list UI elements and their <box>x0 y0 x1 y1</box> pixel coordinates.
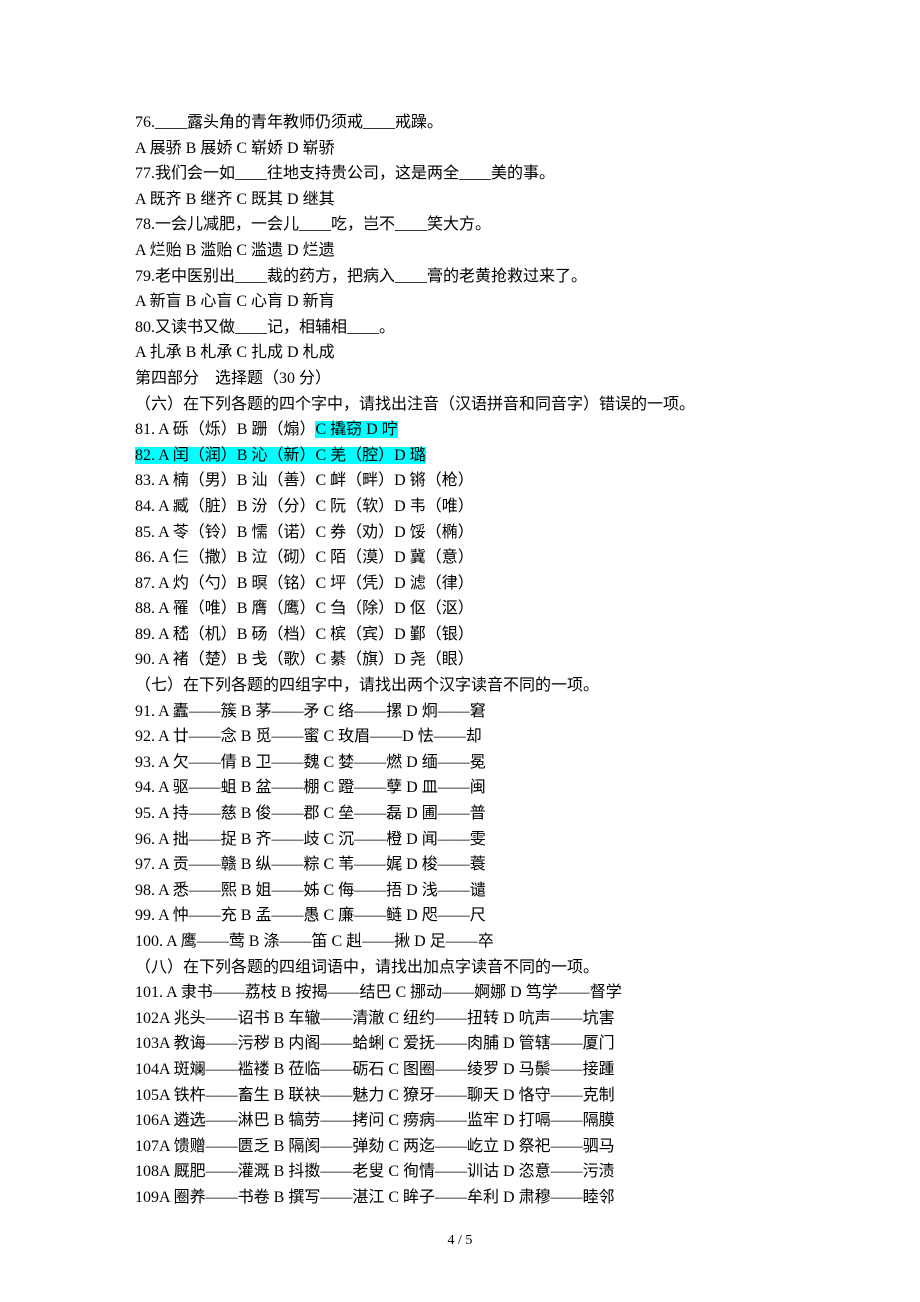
text-line: 108A 厩肥——灌溉 B 抖擞——老叟 C 徇情——训诂 D 恣意——污渍 <box>135 1159 785 1185</box>
text-line: 97. A 贡——赣 B 纵——粽 C 苇——娓 D 梭——蓑 <box>135 852 785 878</box>
text-run: 85. A 苓（铃）B 懦（诺）C 券（劝）D 馁（椭） <box>135 524 474 541</box>
text-line: 94. A 驱——蛆 B 盆——棚 C 蹬——孽 D 皿——闽 <box>135 775 785 801</box>
text-line: 87. A 灼（勺）B 暝（铭）C 坪（凭）D 滤（律） <box>135 571 785 597</box>
text-line: 102A 兆头——诏书 B 车辙——清澈 C 纽约——扭转 D 吭声——坑害 <box>135 1006 785 1032</box>
text-run: 100. A 鹰——莺 B 涤——笛 C 赳——揪 D 足——卒 <box>135 933 494 950</box>
text-line: 84. A 臧（脏）B 汾（分）C 阮（软）D 韦（唯） <box>135 494 785 520</box>
text-run: 80.又读书又做____记，相辅相____。 <box>135 319 395 336</box>
highlighted-text: 82. A 闰（润） <box>135 447 237 464</box>
text-line: 93. A 欠——倩 B 卫——魏 C 婪——燃 D 缅——冕 <box>135 750 785 776</box>
text-run: 108A 厩肥——灌溉 B 抖擞——老叟 C 徇情——训诂 D 恣意——污渍 <box>135 1163 615 1180</box>
text-run: 91. A 蠹——簇 B 茅——矛 C 络——摞 D 炯——窘 <box>135 703 486 720</box>
text-run: 81. A 砾（烁）B 跚（煽） <box>135 421 315 438</box>
text-line: A 新盲 B 心盲 C 心肓 D 新肓 <box>135 289 785 315</box>
text-run: 97. A 贡——赣 B 纵——粽 C 苇——娓 D 梭——蓑 <box>135 856 486 873</box>
text-run: 79.老中医别出____裁的药方，把病入____膏的老黄抢救过来了。 <box>135 268 587 285</box>
text-line: 91. A 蠹——簇 B 茅——矛 C 络——摞 D 炯——窘 <box>135 699 785 725</box>
text-run: A 展骄 B 展娇 C 崭娇 D 崭骄 <box>135 140 335 157</box>
text-run: （六）在下列各题的四个字中，请找出注音（汉语拼音和同音字）错误的一项。 <box>135 396 695 413</box>
highlighted-text: B 沁（新） <box>237 447 316 464</box>
text-line: 92. A 廿——念 B 觅——蜜 C 玫眉——D 怯——却 <box>135 724 785 750</box>
text-run: 86. A 仨（撒）B 泣（砌）C 陌（漠）D 冀（意） <box>135 549 474 566</box>
text-line: 76.____露头角的青年教师仍须戒____戒躁。 <box>135 110 785 136</box>
text-line: A 展骄 B 展娇 C 崭娇 D 崭骄 <box>135 136 785 162</box>
text-run: 89. A 嵇（机）B 砀（档）C 槟（宾）D 鄞（银） <box>135 626 474 643</box>
text-line: （六）在下列各题的四个字中，请找出注音（汉语拼音和同音字）错误的一项。 <box>135 392 785 418</box>
page-number: 4 / 5 <box>0 1230 920 1252</box>
text-run: 83. A 楠（男）B 汕（善）C 衅（畔）D 锵（枪） <box>135 472 474 489</box>
text-run: A 扎承 B 札承 C 扎成 D 札成 <box>135 344 335 361</box>
highlighted-text: D 璐 <box>394 447 426 464</box>
text-run: 99. A 忡——充 B 孟——愚 C 廉——鲢 D 咫——尺 <box>135 907 486 924</box>
text-line: 104A 斑斓——褴褛 B 莅临——砺石 C 图圈——绫罗 D 马鬃——接踵 <box>135 1057 785 1083</box>
text-run: 84. A 臧（脏）B 汾（分）C 阮（软）D 韦（唯） <box>135 498 474 515</box>
text-run: 94. A 驱——蛆 B 盆——棚 C 蹬——孽 D 皿——闽 <box>135 779 486 796</box>
text-line: 101. A 隶书——荔枝 B 按揭——结巴 C 挪动——婀娜 D 笃学——督学 <box>135 980 785 1006</box>
text-line: 78.一会儿减肥，一会儿____吃，岂不____笑大方。 <box>135 212 785 238</box>
text-line: 109A 圈养——书卷 B 撰写——湛江 C 眸子——牟利 D 肃穆——睦邻 <box>135 1185 785 1211</box>
text-run: A 烂贻 B 滥贻 C 滥遗 D 烂遗 <box>135 242 335 259</box>
text-line: 88. A 罹（唯）B 膺（鹰）C 刍（除）D 伛（沤） <box>135 596 785 622</box>
text-line: 103A 教诲——污秽 B 内阁——蛤蜊 C 爱抚——肉脯 D 管辖——厦门 <box>135 1031 785 1057</box>
text-line: A 扎承 B 札承 C 扎成 D 札成 <box>135 340 785 366</box>
text-line: 79.老中医别出____裁的药方，把病入____膏的老黄抢救过来了。 <box>135 264 785 290</box>
text-line: 100. A 鹰——莺 B 涤——笛 C 赳——揪 D 足——卒 <box>135 929 785 955</box>
highlighted-text: C 撬窃 D 咛 <box>315 421 397 438</box>
text-run: 98. A 悉——熙 B 姐——姊 C 侮——捂 D 浅——谴 <box>135 882 486 899</box>
text-line: （七）在下列各题的四组字中，请找出两个汉字读音不同的一项。 <box>135 673 785 699</box>
text-line: 82. A 闰（润）B 沁（新）C 羌（腔）D 璐 <box>135 443 785 469</box>
text-run: A 既齐 B 继齐 C 既其 D 继其 <box>135 191 335 208</box>
text-run: 104A 斑斓——褴褛 B 莅临——砺石 C 图圈——绫罗 D 马鬃——接踵 <box>135 1061 615 1078</box>
text-line: 81. A 砾（烁）B 跚（煽）C 撬窃 D 咛 <box>135 417 785 443</box>
text-line: 77.我们会一如____往地支持贵公司，这是两全____美的事。 <box>135 161 785 187</box>
text-line: A 既齐 B 继齐 C 既其 D 继其 <box>135 187 785 213</box>
text-run: 88. A 罹（唯）B 膺（鹰）C 刍（除）D 伛（沤） <box>135 600 474 617</box>
text-run: 96. A 拙——捉 B 齐——歧 C 沉——橙 D 闻——雯 <box>135 831 486 848</box>
text-run: 93. A 欠——倩 B 卫——魏 C 婪——燃 D 缅——冕 <box>135 754 486 771</box>
text-run: （七）在下列各题的四组字中，请找出两个汉字读音不同的一项。 <box>135 677 599 694</box>
text-run: 87. A 灼（勺）B 暝（铭）C 坪（凭）D 滤（律） <box>135 575 474 592</box>
document-page: 76.____露头角的青年教师仍须戒____戒躁。 A 展骄 B 展娇 C 崭娇 … <box>0 0 920 1302</box>
document-body: 76.____露头角的青年教师仍须戒____戒躁。 A 展骄 B 展娇 C 崭娇 … <box>135 110 785 1211</box>
text-run: 102A 兆头——诏书 B 车辙——清澈 C 纽约——扭转 D 吭声——坑害 <box>135 1010 615 1027</box>
text-line: 85. A 苓（铃）B 懦（诺）C 券（劝）D 馁（椭） <box>135 520 785 546</box>
text-line: 第四部分 选择题（30 分） <box>135 366 785 392</box>
text-line: 96. A 拙——捉 B 齐——歧 C 沉——橙 D 闻——雯 <box>135 827 785 853</box>
text-run: （八）在下列各题的四组词语中，请找出加点字读音不同的一项。 <box>135 959 599 976</box>
text-run: 76.____露头角的青年教师仍须戒____戒躁。 <box>135 114 443 131</box>
text-run: 77.我们会一如____往地支持贵公司，这是两全____美的事。 <box>135 165 555 182</box>
text-line: 99. A 忡——充 B 孟——愚 C 廉——鲢 D 咫——尺 <box>135 903 785 929</box>
text-line: A 烂贻 B 滥贻 C 滥遗 D 烂遗 <box>135 238 785 264</box>
text-run: 78.一会儿减肥，一会儿____吃，岂不____笑大方。 <box>135 216 491 233</box>
text-run: 105A 铁杵——畜生 B 联袂——魅力 C 獠牙——聊天 D 恪守——克制 <box>135 1087 615 1104</box>
text-run: A 新盲 B 心盲 C 心肓 D 新肓 <box>135 293 335 310</box>
text-run: 第四部分 选择题（30 分） <box>135 370 331 387</box>
text-line: 95. A 持——慈 B 俊——郡 C 垒——磊 D 圃——普 <box>135 801 785 827</box>
text-run: 101. A 隶书——荔枝 B 按揭——结巴 C 挪动——婀娜 D 笃学——督学 <box>135 984 622 1001</box>
text-run: 107A 馈赠——匮乏 B 隔阂——弹劾 C 两迄——屹立 D 祭祀——驷马 <box>135 1138 615 1155</box>
text-line: 98. A 悉——熙 B 姐——姊 C 侮——捂 D 浅——谴 <box>135 878 785 904</box>
text-line: 89. A 嵇（机）B 砀（档）C 槟（宾）D 鄞（银） <box>135 622 785 648</box>
highlighted-text: C 羌（腔） <box>315 447 394 464</box>
text-line: 83. A 楠（男）B 汕（善）C 衅（畔）D 锵（枪） <box>135 468 785 494</box>
text-line: 86. A 仨（撒）B 泣（砌）C 陌（漠）D 冀（意） <box>135 545 785 571</box>
text-line: 106A 遴选——淋巴 B 犒劳——拷问 C 痨病——监牢 D 打嗝——隔膜 <box>135 1108 785 1134</box>
text-line: （八）在下列各题的四组词语中，请找出加点字读音不同的一项。 <box>135 955 785 981</box>
text-run: 103A 教诲——污秽 B 内阁——蛤蜊 C 爱抚——肉脯 D 管辖——厦门 <box>135 1035 615 1052</box>
text-run: 92. A 廿——念 B 觅——蜜 C 玫眉——D 怯——却 <box>135 728 482 745</box>
text-run: 90. A 褚（楚）B 戋（歌）C 綦（旗）D 尧（眼） <box>135 651 474 668</box>
text-line: 80.又读书又做____记，相辅相____。 <box>135 315 785 341</box>
text-line: 90. A 褚（楚）B 戋（歌）C 綦（旗）D 尧（眼） <box>135 647 785 673</box>
text-run: 109A 圈养——书卷 B 撰写——湛江 C 眸子——牟利 D 肃穆——睦邻 <box>135 1189 615 1206</box>
text-run: 95. A 持——慈 B 俊——郡 C 垒——磊 D 圃——普 <box>135 805 486 822</box>
text-line: 107A 馈赠——匮乏 B 隔阂——弹劾 C 两迄——屹立 D 祭祀——驷马 <box>135 1134 785 1160</box>
text-line: 105A 铁杵——畜生 B 联袂——魅力 C 獠牙——聊天 D 恪守——克制 <box>135 1083 785 1109</box>
text-run: 106A 遴选——淋巴 B 犒劳——拷问 C 痨病——监牢 D 打嗝——隔膜 <box>135 1112 615 1129</box>
